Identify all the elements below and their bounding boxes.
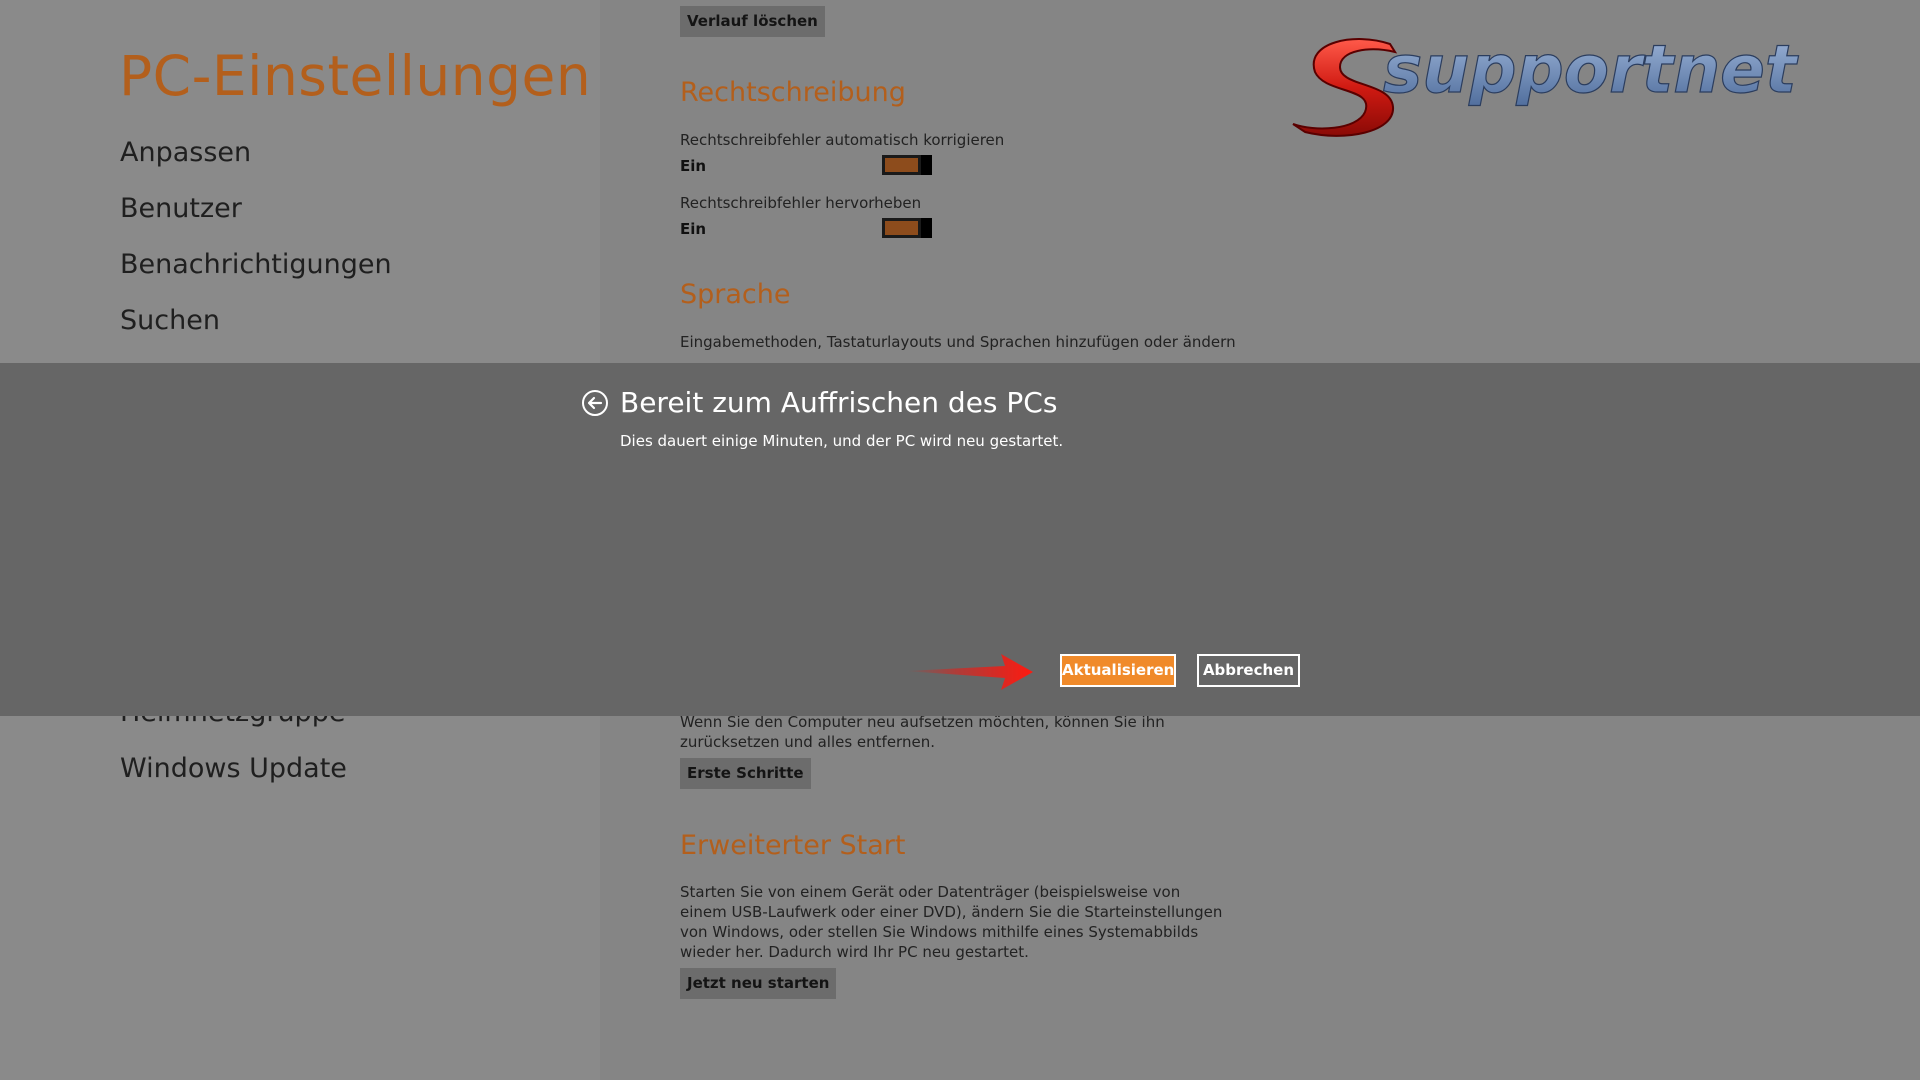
page-title: PC-Einstellungen xyxy=(119,44,592,108)
logo-s-mark xyxy=(1292,38,1398,137)
advanced-start-heading: Erweiterter Start xyxy=(680,830,906,861)
language-settings-link[interactable]: Eingabemethoden, Tastaturlayouts und Spr… xyxy=(680,333,1236,351)
get-started-button[interactable]: Erste Schritte xyxy=(680,758,811,789)
logo-wordmark: supportnet xyxy=(1383,32,1799,108)
cancel-button[interactable]: Abbrechen xyxy=(1197,654,1300,687)
advanced-start-description: Starten Sie von einem Gerät oder Datentr… xyxy=(680,883,1223,961)
refresh-button[interactable]: Aktualisieren xyxy=(1060,654,1176,687)
toggle-thumb[interactable] xyxy=(921,218,932,238)
reset-description: Wenn Sie den Computer neu aufsetzen möch… xyxy=(680,713,1165,751)
autocorrect-label: Rechtschreibfehler automatisch korrigier… xyxy=(680,131,1005,149)
restart-now-button[interactable]: Jetzt neu starten xyxy=(680,968,837,999)
language-heading: Sprache xyxy=(680,279,791,310)
toggle-thumb[interactable] xyxy=(921,155,932,175)
highlight-state: Ein xyxy=(680,220,707,238)
highlight-toggle[interactable] xyxy=(882,218,932,238)
supportnet-logo: supportnet xyxy=(1285,30,1870,142)
sidebar-item-windows-update[interactable]: Windows Update xyxy=(120,753,347,784)
back-arrow-circle-icon[interactable] xyxy=(581,389,609,417)
highlight-label: Rechtschreibfehler hervorheben xyxy=(680,194,922,212)
sidebar-item-benutzer[interactable]: Benutzer xyxy=(120,193,242,224)
dialog-subtitle: Dies dauert einige Minuten, und der PC w… xyxy=(620,432,1064,450)
sidebar-item-benachrichtigungen[interactable]: Benachrichtigungen xyxy=(120,249,392,280)
spelling-heading: Rechtschreibung xyxy=(680,77,906,108)
red-arrow-icon xyxy=(905,650,1035,694)
sidebar-item-suchen[interactable]: Suchen xyxy=(120,305,220,336)
toggle-fill xyxy=(885,158,918,172)
autocorrect-state: Ein xyxy=(680,157,707,175)
autocorrect-toggle[interactable] xyxy=(882,155,932,175)
dialog-title: Bereit zum Auffrischen des PCs xyxy=(620,386,1058,419)
toggle-fill xyxy=(885,221,918,235)
sidebar-item-anpassen[interactable]: Anpassen xyxy=(120,137,251,168)
clear-history-button[interactable]: Verlauf löschen xyxy=(680,6,825,37)
